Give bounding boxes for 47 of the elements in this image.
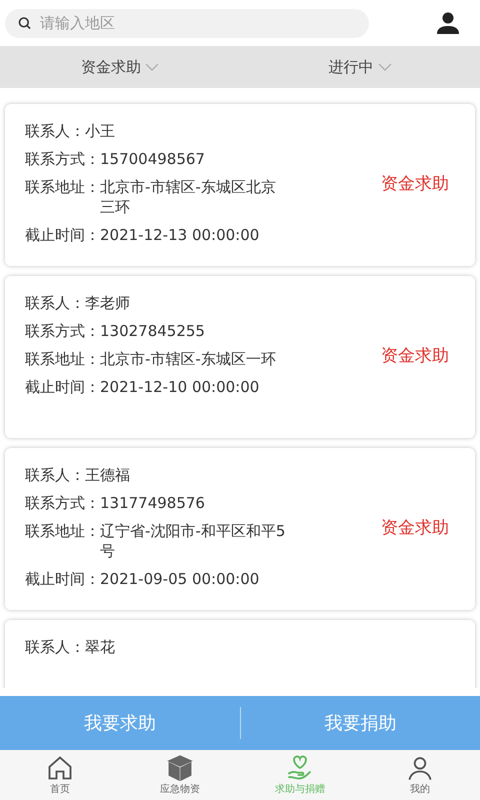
field-label: 联系方式： [25, 321, 100, 341]
field-value: 李老师 [85, 293, 130, 313]
field-label: 联系地址： [25, 177, 100, 198]
field-label: 联系地址： [25, 521, 100, 542]
chevron-down-icon [145, 63, 159, 71]
field-label: 联系人： [25, 465, 85, 485]
home-icon [46, 754, 74, 782]
field-label: 联系方式： [25, 493, 100, 513]
search-icon [17, 15, 32, 31]
field-value: 2021-12-13 00:00:00 [100, 225, 260, 245]
field-value: 15700498567 [100, 149, 205, 169]
field-label: 截止时间： [25, 377, 100, 397]
nav-tab[interactable]: 我的 [360, 750, 480, 800]
field-label: 截止时间： [25, 569, 100, 589]
field-label: 联系地址： [25, 349, 100, 369]
request-type: 资金求助 [381, 345, 449, 368]
field-value: 13027845255 [100, 321, 205, 341]
request-card[interactable]: 联系人：翠花 [5, 620, 475, 688]
field-value: 辽宁省-沈阳市-和平区和平5号 [100, 521, 286, 561]
field-value: 13177498576 [100, 493, 205, 513]
request-type: 资金求助 [381, 517, 449, 540]
field-label: 联系方式： [25, 149, 100, 169]
field-value: 北京市-市辖区-东城区北京三环 [100, 177, 277, 217]
field-value: 2021-12-10 00:00:00 [100, 377, 260, 397]
heart-hand-icon [286, 754, 314, 782]
request-type: 资金求助 [381, 173, 449, 196]
field-value: 王德福 [85, 465, 130, 485]
field-label: 联系人： [25, 637, 85, 657]
field-value: 北京市-市辖区-东城区一环 [100, 349, 276, 369]
search-bar[interactable]: 请输入地区 [5, 8, 369, 38]
field-value: 翠花 [85, 637, 115, 657]
field-value: 2021-09-05 00:00:00 [100, 569, 260, 589]
nav-tab[interactable]: 应急物资 [120, 750, 240, 800]
field-label: 联系人： [25, 293, 85, 313]
field-label: 截止时间： [25, 225, 100, 245]
user-icon[interactable] [436, 12, 460, 34]
filter-dropdown[interactable]: 资金求助 [81, 56, 159, 78]
field-label: 联系人： [25, 121, 85, 141]
box-icon [166, 754, 194, 782]
field-value: 小王 [85, 121, 115, 141]
nav-tab[interactable]: 首页 [0, 750, 120, 800]
chevron-down-icon [378, 63, 392, 71]
request-card[interactable]: 联系人：小王 联系方式：15700498567 联系地址：北京市-市辖区-东城区北京三环 截止时间：2021-12-13 00:00:00 资金求助 [5, 104, 475, 266]
filter-dropdown[interactable]: 进行中 [328, 56, 392, 78]
request-card[interactable]: 联系人：李老师 联系方式：13027845255 联系地址：北京市-市辖区-东城区一环 截止时间：2021-12-10 00:00:00 资金求助 [5, 276, 475, 438]
search-input[interactable]: 请输入地区 [40, 12, 357, 34]
request-card[interactable]: 联系人：王德福 联系方式：13177498576 联系地址：辽宁省-沈阳市-和平区和平5号 截止时间：2021-09-05 00:00:00 资金求助 [5, 448, 475, 610]
